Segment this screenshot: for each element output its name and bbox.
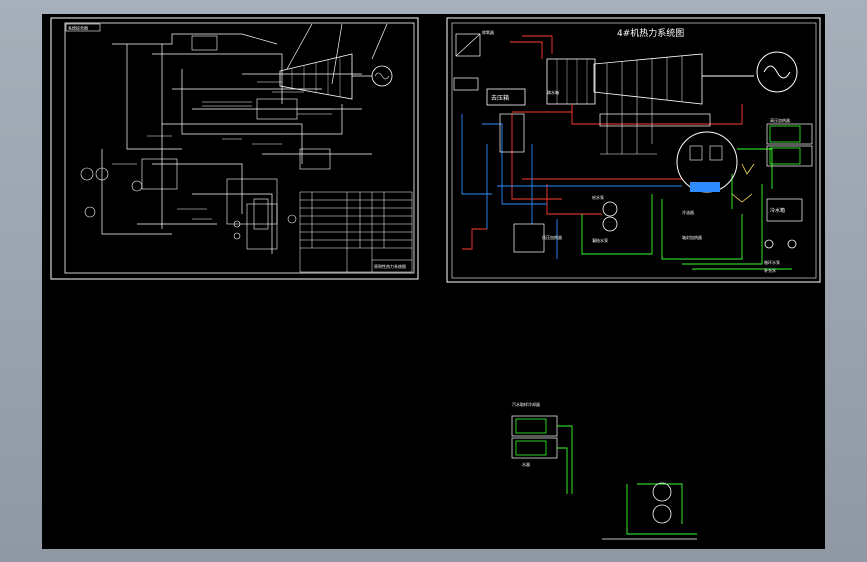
hp-heater-2 — [769, 147, 801, 165]
hp-heater-1 — [769, 125, 801, 143]
fragment-heater-1 — [515, 418, 547, 434]
cond-pump-label: 凝结水泵 — [592, 237, 608, 243]
right-turbine — [593, 53, 703, 105]
left-stamp-text: 系统综合图 — [68, 25, 88, 31]
left-annotations — [112, 81, 332, 220]
right-inner-frame — [451, 22, 817, 279]
condenser-label: 冷水箱 — [770, 207, 785, 214]
condenser-internals — [689, 145, 723, 161]
left-parts-table — [299, 191, 413, 273]
fragment-cooling-lines — [557, 425, 697, 535]
drum-label: 除氧器 — [482, 29, 494, 35]
makeup-label: 补充水 — [764, 267, 776, 273]
fragment-heater-2 — [515, 440, 547, 456]
signal-lines — [731, 163, 755, 203]
fragment-pumps — [602, 482, 697, 540]
cooling-lines — [581, 148, 792, 270]
right-small-tank — [453, 77, 479, 91]
left-inner-frame — [64, 22, 415, 274]
drawing-svg: 系统综合图 原则性热力系统图 4#机热力系统图 去压箱 高压加热器 冷水箱 给水… — [50, 17, 821, 540]
right-generator-wave — [763, 65, 791, 79]
circ-water-label: 循环水泵 — [764, 259, 780, 265]
cooler-label: 冷油器 — [682, 209, 694, 215]
left-title-block-text: 原则性热力系统图 — [374, 263, 406, 269]
condenser-hotwell — [690, 182, 720, 192]
hp-casing — [546, 58, 596, 105]
right-heaters — [499, 113, 813, 253]
fragment-label-mid: 水器 — [522, 461, 530, 467]
left-generator-wave — [374, 72, 390, 80]
hp-heater-label: 高压加热器 — [770, 117, 790, 123]
fragment-label-top: 汽水取样冷却器 — [512, 401, 540, 407]
left-piping — [101, 23, 388, 254]
extraction-lines — [600, 93, 657, 155]
lower-fragment[interactable]: 汽水取样冷却器 水器 — [511, 401, 697, 540]
right-sheet-title: 4#机热力系统图 — [617, 27, 684, 39]
right-topleft-diag — [455, 33, 481, 57]
left-turbine-stages — [291, 57, 341, 97]
right-sheet-border — [446, 17, 821, 283]
lp-heater-label: 低压加热器 — [542, 234, 562, 240]
right-turbine-stages — [606, 56, 683, 101]
steam-lines — [462, 35, 743, 250]
feedwater-lines — [461, 114, 682, 259]
feed-pump-label: 给水泵 — [592, 194, 604, 200]
right-sheet[interactable]: 4#机热力系统图 去压箱 高压加热器 冷水箱 给水泵 凝结水泵 循环水泵 补充水… — [446, 17, 821, 283]
drawing-canvas[interactable]: 系统综合图 原则性热力系统图 4#机热力系统图 去压箱 高压加热器 冷水箱 给水… — [42, 14, 825, 549]
gland-label: 轴封加热器 — [682, 234, 702, 240]
deaerator-label: 去压箱 — [491, 94, 509, 102]
drain-label: 疏水箱 — [547, 89, 559, 95]
hp-casing-stages — [556, 59, 588, 104]
left-sheet[interactable]: 系统综合图 原则性热力系统图 — [50, 17, 419, 280]
